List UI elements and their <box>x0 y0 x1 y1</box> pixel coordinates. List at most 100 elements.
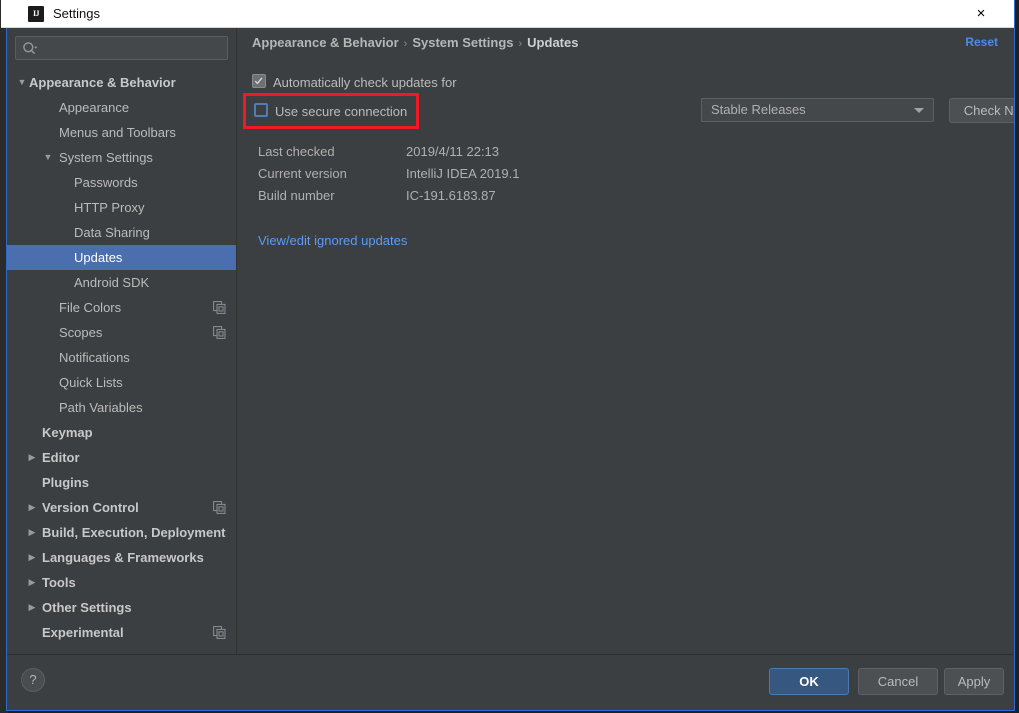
ok-button[interactable]: OK <box>769 668 849 695</box>
use-secure-connection-checkbox[interactable] <box>254 103 268 117</box>
chevron-down-icon[interactable]: ▼ <box>15 70 29 95</box>
chevron-right-icon[interactable]: ▶ <box>25 545 39 570</box>
apply-button[interactable]: Apply <box>944 668 1004 695</box>
auto-check-updates-checkbox[interactable] <box>252 74 266 88</box>
info-value: 2019/4/11 22:13 <box>406 144 500 159</box>
dialog-footer: ? OK Cancel Apply <box>7 654 1014 710</box>
sidebar-item-label: Passwords <box>74 175 138 190</box>
settings-sidebar: ▼ Appearance & Behavior Appearance Menus an… <box>7 28 237 655</box>
chevron-right-icon[interactable]: ▶ <box>25 520 39 545</box>
sidebar-item-label: File Colors <box>59 300 122 315</box>
help-button[interactable]: ? <box>21 668 45 692</box>
sidebar-item-experimental[interactable]: Experimental <box>7 620 236 645</box>
sidebar-item-appearance-behavior[interactable]: ▼ Appearance & Behavior <box>7 70 236 95</box>
info-key: Last checked <box>258 144 335 159</box>
sidebar-item-path-variables[interactable]: Path Variables <box>7 395 236 420</box>
breadcrumb-separator: › <box>403 38 408 50</box>
sidebar-item-label: Menus and Toolbars <box>59 125 176 140</box>
breadcrumb-item[interactable]: Appearance & Behavior <box>252 35 399 50</box>
window-title: Settings <box>53 6 100 21</box>
update-info-table: Last checked 2019/4/11 22:13 Current versi… <box>258 144 519 210</box>
chevron-down-icon[interactable]: ▼ <box>41 145 55 170</box>
check-now-button[interactable]: Check Now <box>949 98 1014 123</box>
sidebar-item-label: Notifications <box>59 350 130 365</box>
sidebar-item-system-settings[interactable]: ▼ System Settings <box>7 145 236 170</box>
sidebar-item-label: Scopes <box>59 325 103 340</box>
copy-icon <box>213 501 226 514</box>
sidebar-item-label: Other Settings <box>42 600 132 615</box>
sidebar-item-version-control[interactable]: ▶ Version Control <box>7 495 236 520</box>
copy-icon <box>213 626 226 639</box>
update-channel-dropdown[interactable]: Stable Releases <box>701 98 934 122</box>
sidebar-item-label: Experimental <box>42 625 124 640</box>
sidebar-item-other-settings[interactable]: ▶ Other Settings <box>7 595 236 620</box>
settings-window: IJ Settings × ▼ Appearance & Behavior Appe… <box>1 0 1015 711</box>
info-row: Current version IntelliJ IDEA 2019.1 <box>258 166 519 188</box>
breadcrumb-item[interactable]: Updates <box>527 35 578 50</box>
view-edit-ignored-updates-link[interactable]: View/edit ignored updates <box>258 233 407 248</box>
sidebar-item-scopes[interactable]: Scopes <box>7 320 236 345</box>
reset-link[interactable]: Reset <box>965 35 998 49</box>
sidebar-item-http-proxy[interactable]: HTTP Proxy <box>7 195 236 220</box>
sidebar-item-notifications[interactable]: Notifications <box>7 345 236 370</box>
settings-tree[interactable]: ▼ Appearance & Behavior Appearance Menus an… <box>7 70 236 655</box>
sidebar-item-appearance[interactable]: Appearance <box>7 95 236 120</box>
breadcrumb-item[interactable]: System Settings <box>412 35 513 50</box>
checkmark-icon <box>254 77 263 85</box>
sidebar-item-label: Android SDK <box>74 275 150 290</box>
sidebar-item-updates[interactable]: Updates <box>7 245 236 270</box>
sidebar-item-label: Editor <box>42 450 80 465</box>
sidebar-item-label: Updates <box>74 250 123 265</box>
intellij-idea-icon: IJ <box>28 6 44 22</box>
sidebar-item-label: Appearance <box>59 100 130 115</box>
use-secure-connection-label: Use secure connection <box>275 104 408 119</box>
close-icon[interactable]: × <box>958 0 1004 28</box>
sidebar-item-menus-and-toolbars[interactable]: Menus and Toolbars <box>7 120 236 145</box>
sidebar-item-languages-frameworks[interactable]: ▶ Languages & Frameworks <box>7 545 236 570</box>
sidebar-item-tools[interactable]: ▶ Tools <box>7 570 236 595</box>
auto-check-updates-label: Automatically check updates for <box>273 75 457 90</box>
search-icon <box>23 42 38 55</box>
search-box[interactable] <box>15 36 228 61</box>
sidebar-item-label: Version Control <box>42 500 139 515</box>
info-key: Current version <box>258 166 347 181</box>
sidebar-item-label: Quick Lists <box>59 375 123 390</box>
chevron-right-icon[interactable]: ▶ <box>25 495 39 520</box>
chevron-down-icon <box>914 108 924 113</box>
info-value: IC-191.6183.87 <box>406 188 496 203</box>
intellij-idea-icon-glyph: IJ <box>32 9 40 18</box>
cancel-button[interactable]: Cancel <box>858 668 938 695</box>
sidebar-item-file-colors[interactable]: File Colors <box>7 295 236 320</box>
search-input[interactable] <box>44 37 223 61</box>
copy-icon <box>213 326 226 339</box>
sidebar-item-label: Tools <box>42 575 76 590</box>
updates-panel: Appearance & Behavior › System Settings › Up… <box>238 28 1014 655</box>
sidebar-item-passwords[interactable]: Passwords <box>7 170 236 195</box>
update-channel-value: Stable Releases <box>711 102 806 117</box>
sidebar-item-label: Languages & Frameworks <box>42 550 204 565</box>
sidebar-item-data-sharing[interactable]: Data Sharing <box>7 220 236 245</box>
sidebar-item-label: HTTP Proxy <box>74 200 145 215</box>
sidebar-item-keymap[interactable]: Keymap <box>7 420 236 445</box>
breadcrumb: Appearance & Behavior › System Settings › Up… <box>252 35 578 50</box>
chevron-right-icon[interactable]: ▶ <box>25 445 39 470</box>
sidebar-item-label: Data Sharing <box>74 225 150 240</box>
sidebar-item-label: Path Variables <box>59 400 143 415</box>
sidebar-item-label: Build, Execution, Deployment <box>42 525 226 540</box>
breadcrumb-separator: › <box>518 38 523 50</box>
info-row: Last checked 2019/4/11 22:13 <box>258 144 519 166</box>
sidebar-item-build-execution-deployment[interactable]: ▶ Build, Execution, Deployment <box>7 520 236 545</box>
dialog-body: ▼ Appearance & Behavior Appearance Menus an… <box>7 28 1014 710</box>
sidebar-item-android-sdk[interactable]: Android SDK <box>7 270 236 295</box>
sidebar-item-editor[interactable]: ▶ Editor <box>7 445 236 470</box>
chevron-right-icon[interactable]: ▶ <box>25 595 39 620</box>
sidebar-item-label: Plugins <box>42 475 89 490</box>
sidebar-item-plugins[interactable]: Plugins <box>7 470 236 495</box>
info-key: Build number <box>258 188 335 203</box>
info-row: Build number IC-191.6183.87 <box>258 188 519 210</box>
info-value: IntelliJ IDEA 2019.1 <box>406 166 520 181</box>
copy-icon <box>213 301 226 314</box>
window-titlebar: IJ Settings × <box>1 0 1014 28</box>
chevron-right-icon[interactable]: ▶ <box>25 570 39 595</box>
sidebar-item-quick-lists[interactable]: Quick Lists <box>7 370 236 395</box>
